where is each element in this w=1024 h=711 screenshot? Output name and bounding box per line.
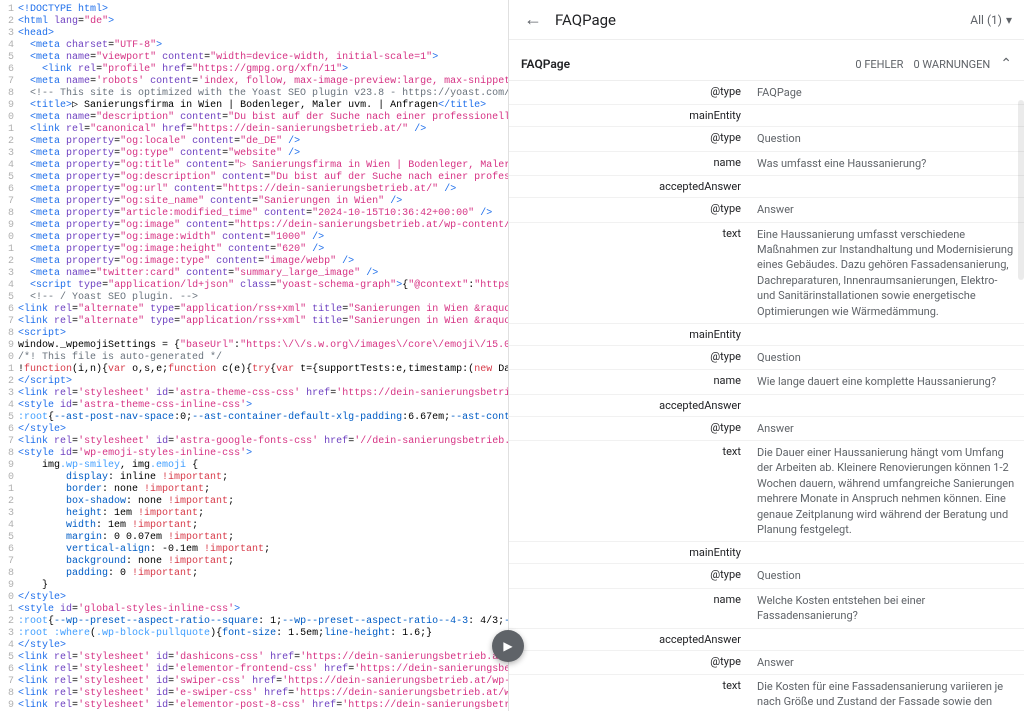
property-table[interactable]: @typeFAQPagemainEntity@typeQuestionnameW… [509,81,1024,711]
property-row: acceptedAnswer [509,629,1024,651]
property-row: @typeQuestion [509,346,1024,370]
property-row: textDie Dauer einer Haussanierung hängt … [509,441,1024,542]
structured-data-pane: ← FAQPage All (1) ▾ FAQPage 0 FEHLER 0 W… [508,0,1024,711]
chevron-down-icon: ▾ [1006,13,1012,27]
warnings-count: 0 WARNUNGEN [913,58,990,71]
play-icon: ▶ [503,639,512,653]
property-row: mainEntity [509,542,1024,564]
property-row: textDie Kosten für eine Fassadensanierun… [509,675,1024,711]
back-arrow-icon[interactable]: ← [521,9,545,30]
panel-title: FAQPage [555,11,960,29]
errors-count: 0 FEHLER [855,58,903,71]
filter-label: All (1) [970,13,1002,27]
line-number-gutter: 1234567890123456789012345678901234567890… [0,0,18,711]
property-row: nameWelche Kosten entstehen bei einer Fa… [509,589,1024,629]
property-row: mainEntity [509,324,1024,346]
entity-stats: 0 FEHLER 0 WARNUNGEN ⌃ [855,56,1012,72]
property-row: acceptedAnswer [509,395,1024,417]
property-row: mainEntity [509,105,1024,127]
property-row: @typeQuestion [509,127,1024,151]
property-row: @typeQuestion [509,564,1024,588]
property-row: nameWas umfasst eine Haussanierung? [509,152,1024,176]
property-row: nameWie lange dauert eine komplette Haus… [509,370,1024,394]
source-code[interactable]: <!DOCTYPE html><html lang="de"><head> <m… [18,0,508,711]
panel-header: ← FAQPage All (1) ▾ [509,0,1024,40]
property-row: @typeAnswer [509,198,1024,222]
property-row: textEine Haussanierung umfasst verschied… [509,223,1024,324]
chevron-up-icon[interactable]: ⌃ [1000,56,1012,72]
property-row: @typeAnswer [509,651,1024,675]
play-button[interactable]: ▶ [492,630,524,662]
property-row: acceptedAnswer [509,176,1024,198]
property-row: @typeAnswer [509,417,1024,441]
entity-title: FAQPage [521,57,855,71]
panel-subheader[interactable]: FAQPage 0 FEHLER 0 WARNUNGEN ⌃ [509,40,1024,81]
scrollbar[interactable] [1018,100,1024,280]
filter-dropdown[interactable]: All (1) ▾ [970,13,1012,27]
property-row: @typeFAQPage [509,81,1024,105]
source-code-pane: 1234567890123456789012345678901234567890… [0,0,508,711]
